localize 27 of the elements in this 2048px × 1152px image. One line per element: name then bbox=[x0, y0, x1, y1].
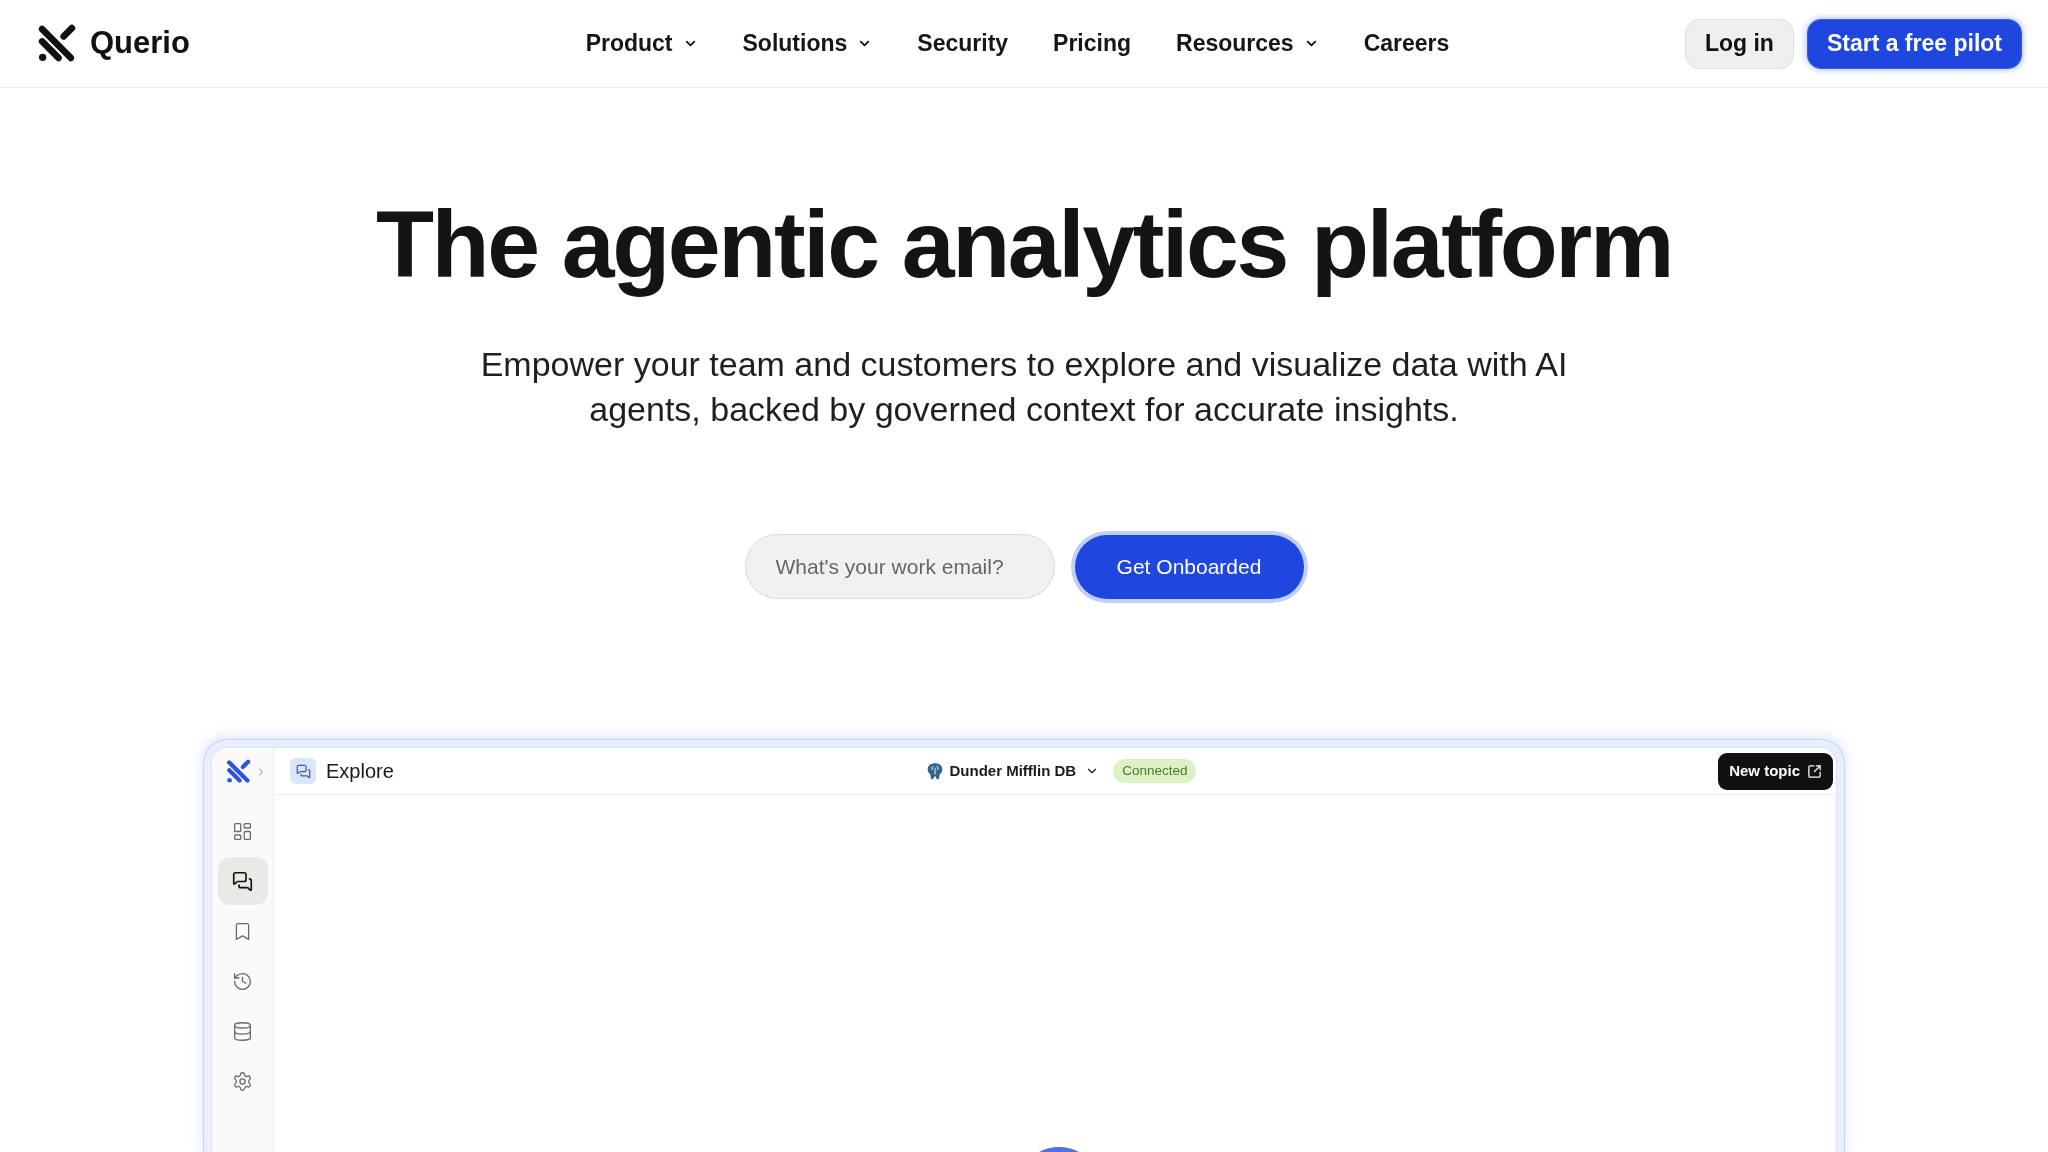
nav-link[interactable]: Product bbox=[585, 26, 698, 61]
new-topic-button[interactable]: New topic bbox=[1718, 752, 1833, 790]
nav-link[interactable]: Careers bbox=[1363, 26, 1450, 61]
chat-icon bbox=[232, 870, 253, 892]
page-title: Explore bbox=[326, 759, 394, 784]
logo-icon bbox=[226, 759, 252, 784]
sidebar-item[interactable] bbox=[217, 857, 268, 905]
chat-icon bbox=[290, 758, 316, 784]
database-selector[interactable]: Dunder Mifflin DB bbox=[926, 759, 1100, 783]
hero-subtitle: Empower your team and customers to explore and visualize data with AI agents, backed by governed context for accurate insights. bbox=[479, 344, 1569, 430]
nav-link[interactable]: Resources bbox=[1176, 26, 1319, 61]
nav-link[interactable]: Security bbox=[917, 26, 1009, 61]
database-icon bbox=[232, 1020, 253, 1042]
login-button[interactable]: Log in bbox=[1684, 18, 1794, 69]
status-badge: Connected bbox=[1113, 758, 1197, 784]
hero-title: The agentic analytics platform bbox=[375, 190, 1672, 299]
dashboard-icon bbox=[232, 820, 253, 842]
history-icon bbox=[232, 970, 253, 992]
elephant-icon bbox=[926, 762, 943, 780]
settings-icon bbox=[232, 1070, 253, 1092]
start-pilot-button[interactable]: Start a free pilot bbox=[1806, 18, 2022, 69]
email-field[interactable]: What's your work email? bbox=[744, 534, 1055, 599]
nav-link[interactable]: Pricing bbox=[1053, 26, 1132, 61]
external-link-icon bbox=[1807, 763, 1822, 779]
brand-link[interactable]: Querio bbox=[37, 20, 190, 67]
logo-icon bbox=[37, 24, 78, 63]
nav-link[interactable]: Solutions bbox=[742, 26, 873, 61]
